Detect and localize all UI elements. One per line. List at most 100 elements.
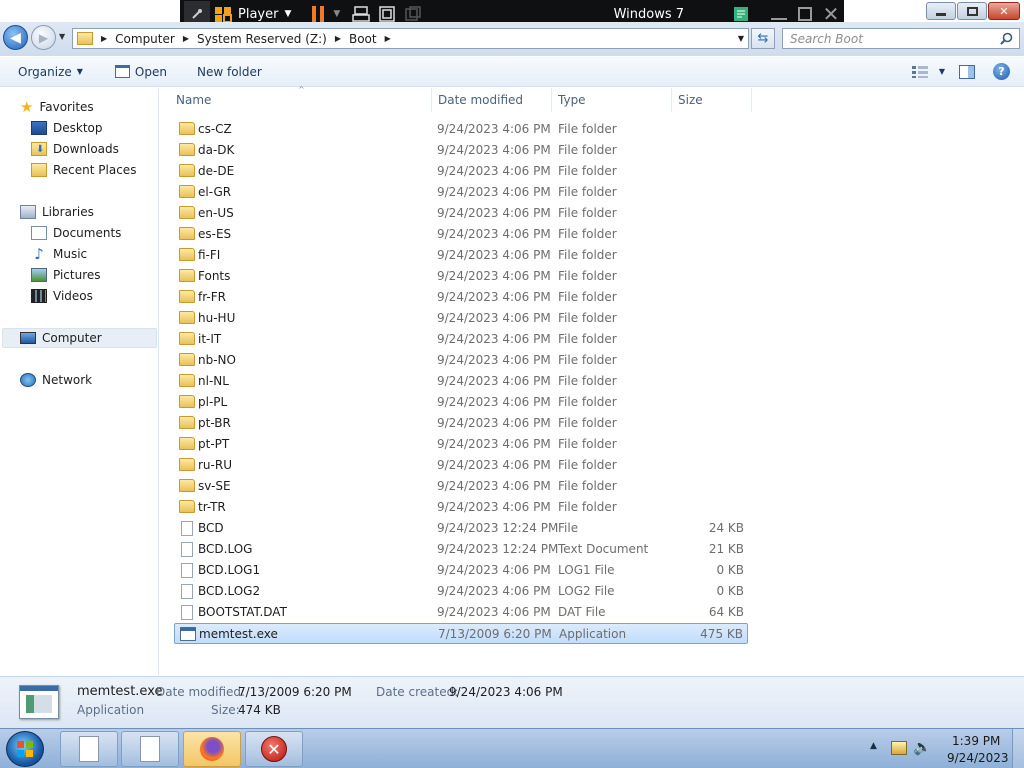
new-folder-button[interactable]: New folder [197,65,262,79]
file-row[interactable]: tr-TR 9/24/2023 4:06 PM File folder [174,497,748,518]
column-header-type[interactable]: Type [552,88,672,112]
details-size: 474 KB [238,703,281,717]
file-row[interactable]: es-ES 9/24/2023 4:06 PM File folder [174,224,748,245]
file-row[interactable]: en-US 9/24/2023 4:06 PM File folder [174,203,748,224]
taskbar-error-app[interactable]: ✕ [245,731,303,767]
preview-pane-button[interactable] [959,64,975,79]
file-row[interactable]: BCD.LOG1 9/24/2023 4:06 PM LOG1 File 0 KB [174,560,748,581]
file-row[interactable]: pl-PL 9/24/2023 4:06 PM File folder [174,392,748,413]
show-desktop-button[interactable] [1012,729,1024,768]
file-date-modified: 9/24/2023 4:06 PM [437,311,551,325]
file-row[interactable]: da-DK 9/24/2023 4:06 PM File folder [174,140,748,161]
nav-item-documents[interactable]: Documents [31,223,121,243]
volume-icon[interactable]: 🔈 [913,738,932,756]
file-row[interactable]: sv-SE 9/24/2023 4:06 PM File folder [174,476,748,497]
file-row[interactable]: el-GR 9/24/2023 4:06 PM File folder [174,182,748,203]
change-view-button[interactable]: ▼ [911,65,945,78]
forward-button[interactable]: ▶ [31,25,56,50]
column-header-date-modified[interactable]: Date modified [432,88,552,112]
column-header-size[interactable]: Size [672,88,752,112]
file-date-modified: 9/24/2023 4:06 PM [437,458,551,472]
file-row[interactable]: memtest.exe 7/13/2009 6:20 PM Application 4… [174,623,748,644]
start-button[interactable] [6,731,44,767]
file-row[interactable]: nb-NO 9/24/2023 4:06 PM File folder [174,350,748,371]
window-minimize-button[interactable] [926,2,956,20]
file-row[interactable]: BOOTSTAT.DAT 9/24/2023 4:06 PM DAT File 64 … [174,602,748,623]
refresh-button[interactable]: ⇆ [751,28,775,49]
file-row[interactable]: it-IT 9/24/2023 4:06 PM File folder [174,329,748,350]
nav-favorites-label: Favorites [39,100,94,114]
column-type-label: Type [558,93,586,107]
breadcrumb-drive[interactable]: System Reserved (Z:) [197,32,327,46]
folder-icon [179,353,195,366]
details-size-label: Size: [211,703,240,717]
back-button[interactable]: ◀ [3,25,28,50]
breadcrumb-separator-icon[interactable]: ▶ [101,34,107,43]
document-icon [79,736,99,762]
open-button[interactable]: Open [114,65,167,79]
fullscreen-icon [379,6,396,22]
nav-item-pictures[interactable]: Pictures [31,265,101,285]
recent-pages-dropdown[interactable]: ▼ [59,32,65,41]
nav-libraries[interactable]: Libraries [20,202,94,222]
breadcrumb-boot[interactable]: Boot [349,32,377,46]
address-bar[interactable]: ▶ Computer ▶ System Reserved (Z:) ▶ Boot… [72,28,749,49]
file-row[interactable]: BCD.LOG 9/24/2023 12:24 PM Text Document 21… [174,539,748,560]
breadcrumb-separator-icon[interactable]: ▶ [335,34,341,43]
nav-item-label: Documents [53,226,122,240]
taskbar-explorer-window-2[interactable] [121,731,179,767]
window-close-button[interactable]: ✕ [988,2,1020,20]
file-name: pt-PT [198,437,230,451]
breadcrumb-computer[interactable]: Computer [115,32,175,46]
file-type: File folder [558,416,617,430]
file-row[interactable]: pt-PT 9/24/2023 4:06 PM File folder [174,434,748,455]
nav-item-recent-places[interactable]: Recent Places [31,160,136,180]
nav-item-label: Music [53,247,88,261]
address-history-dropdown[interactable]: ▼ [738,34,744,43]
file-row[interactable]: ru-RU 9/24/2023 4:06 PM File folder [174,455,748,476]
file-row[interactable]: hu-HU 9/24/2023 4:06 PM File folder [174,308,748,329]
action-center-icon[interactable] [891,741,907,755]
column-headers: Name ^ Date modified Type Size [170,85,752,112]
file-row[interactable]: Fonts 9/24/2023 4:06 PM File folder [174,266,748,287]
search-box[interactable]: Search Boot [782,28,1020,49]
nav-favorites[interactable]: ★ Favorites [20,97,94,117]
nav-item-music[interactable]: ♪ Music [31,244,87,264]
show-hidden-icons-button[interactable]: ▲ [870,741,877,751]
file-name: cs-CZ [198,122,232,136]
file-row[interactable]: nl-NL 9/24/2023 4:06 PM File folder [174,371,748,392]
clock-date[interactable]: 9/24/2023 [947,751,1009,765]
file-row[interactable]: de-DE 9/24/2023 4:06 PM File folder [174,161,748,182]
breadcrumb-separator-icon[interactable]: ▶ [385,34,391,43]
nav-computer[interactable]: Computer [2,328,157,348]
clock-time[interactable]: 1:39 PM [952,734,1000,748]
nav-item-downloads[interactable]: ⬇ Downloads [31,139,119,159]
organize-button[interactable]: Organize ▼ [18,65,83,79]
search-icon[interactable] [1000,32,1013,45]
forward-arrow-icon: ▶ [38,30,49,45]
file-type: File folder [558,479,617,493]
breadcrumb-separator-icon[interactable]: ▶ [183,34,189,43]
file-row[interactable]: pt-BR 9/24/2023 4:06 PM File folder [174,413,748,434]
command-bar: Organize ▼ Open New folder ▼ ? [0,57,1024,87]
folder-icon [179,500,195,513]
desktop-icon [31,121,47,135]
chevron-down-icon[interactable]: ▼ [333,9,340,19]
file-row[interactable]: BCD 9/24/2023 12:24 PM File 24 KB [174,518,748,539]
help-button[interactable]: ? [993,63,1010,80]
taskbar-explorer-window-1[interactable] [60,731,118,767]
file-date-modified: 9/24/2023 4:06 PM [437,248,551,262]
file-date-modified: 9/24/2023 4:06 PM [437,290,551,304]
file-row[interactable]: cs-CZ 9/24/2023 4:06 PM File folder [174,119,748,140]
window-maximize-button[interactable] [957,2,987,20]
player-menu[interactable]: Player ▼ [214,5,291,23]
file-row[interactable]: BCD.LOG2 9/24/2023 4:06 PM LOG2 File 0 KB [174,581,748,602]
file-row[interactable]: fr-FR 9/24/2023 4:06 PM File folder [174,287,748,308]
file-row[interactable]: fi-FI 9/24/2023 4:06 PM File folder [174,245,748,266]
nav-item-desktop[interactable]: Desktop [31,118,103,138]
nav-network[interactable]: Network [20,370,92,390]
nav-item-videos[interactable]: Videos [31,286,93,306]
taskbar-firefox[interactable] [183,731,241,767]
file-name: Fonts [198,269,231,283]
nav-item-label: Desktop [53,121,103,135]
